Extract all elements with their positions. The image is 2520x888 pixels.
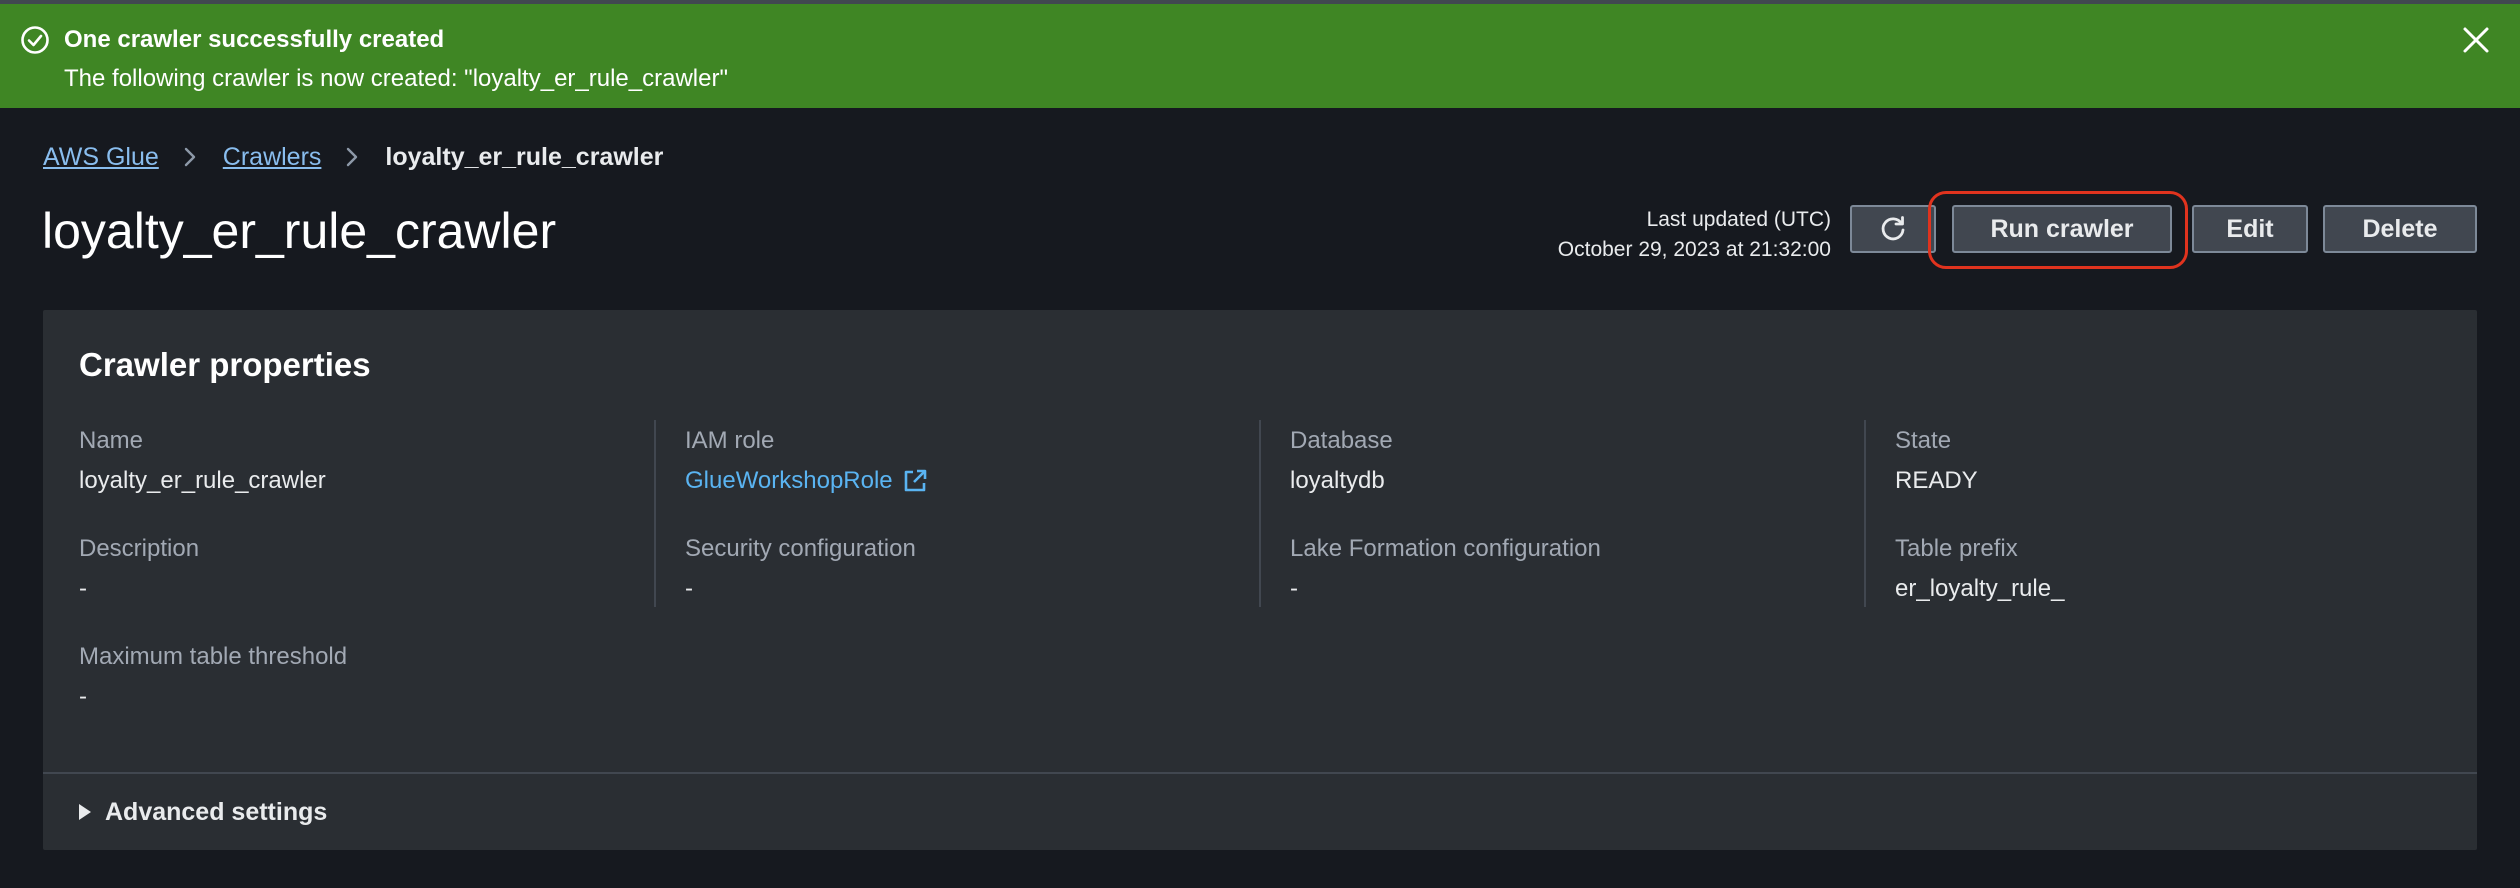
breadcrumb: AWS Glue Crawlers loyalty_er_rule_crawle… bbox=[43, 140, 663, 174]
run-crawler-button[interactable]: Run crawler bbox=[1952, 205, 2172, 253]
last-updated: Last updated (UTC) October 29, 2023 at 2… bbox=[1558, 205, 1831, 265]
advanced-settings-expander[interactable]: Advanced settings bbox=[79, 794, 327, 830]
table-prefix-label: Table prefix bbox=[1895, 535, 2018, 562]
max-table-threshold-label: Maximum table threshold bbox=[79, 643, 348, 670]
breadcrumb-link-aws-glue[interactable]: AWS Glue bbox=[43, 143, 159, 172]
column-divider bbox=[654, 420, 656, 607]
iam-role-value: GlueWorkshopRole bbox=[685, 467, 893, 494]
lake-formation-value: - bbox=[1290, 575, 1298, 602]
advanced-settings-label: Advanced settings bbox=[105, 797, 328, 826]
flash-message: The following crawler is now created: "l… bbox=[64, 65, 728, 92]
security-configuration-value: - bbox=[685, 575, 693, 602]
edit-button[interactable]: Edit bbox=[2192, 205, 2308, 253]
table-prefix-value: er_loyalty_rule_ bbox=[1895, 575, 2065, 602]
security-configuration-label: Security configuration bbox=[685, 535, 916, 562]
breadcrumb-current: loyalty_er_rule_crawler bbox=[385, 142, 664, 171]
column-divider bbox=[1259, 420, 1261, 607]
chevron-right-icon bbox=[184, 147, 195, 167]
name-label: Name bbox=[79, 427, 144, 454]
chevron-right-icon bbox=[347, 147, 358, 167]
flash-title: One crawler successfully created bbox=[64, 26, 445, 53]
breadcrumb-link-crawlers[interactable]: Crawlers bbox=[223, 143, 322, 172]
description-label: Description bbox=[79, 535, 200, 562]
iam-role-label: IAM role bbox=[685, 427, 775, 454]
caret-right-icon bbox=[79, 804, 91, 820]
database-label: Database bbox=[1290, 427, 1393, 454]
refresh-icon bbox=[1881, 216, 1905, 241]
last-updated-label: Last updated (UTC) bbox=[1646, 208, 1831, 231]
description-value: - bbox=[79, 575, 87, 602]
column-divider bbox=[1864, 420, 1866, 607]
name-value: loyalty_er_rule_crawler bbox=[79, 467, 326, 494]
max-table-threshold-value: - bbox=[79, 683, 87, 710]
external-link-icon bbox=[904, 469, 926, 492]
crawler-properties-panel: Crawler properties Name loyalty_er_rule_… bbox=[43, 310, 2477, 850]
close-icon[interactable] bbox=[2458, 22, 2494, 58]
success-flashbar: One crawler successfully created The fol… bbox=[0, 0, 2520, 108]
divider bbox=[43, 772, 2477, 774]
state-value: READY bbox=[1895, 467, 1978, 494]
database-value: loyaltydb bbox=[1290, 467, 1385, 494]
lake-formation-label: Lake Formation configuration bbox=[1290, 535, 1601, 562]
panel-title: Crawler properties bbox=[79, 346, 371, 383]
delete-button[interactable]: Delete bbox=[2323, 205, 2477, 253]
last-updated-value: October 29, 2023 at 21:32:00 bbox=[1557, 238, 1831, 261]
iam-role-link[interactable]: GlueWorkshopRole bbox=[685, 466, 928, 496]
state-label: State bbox=[1895, 427, 1952, 454]
page-title: loyalty_er_rule_crawler bbox=[42, 203, 557, 259]
success-circle-icon bbox=[21, 26, 49, 54]
refresh-button[interactable] bbox=[1850, 205, 1936, 253]
